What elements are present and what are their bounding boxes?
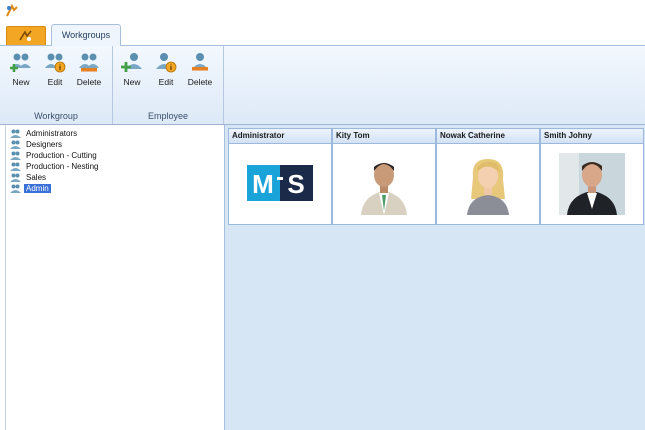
employee-edit-label: Edit [158, 77, 174, 87]
tab-workgroups[interactable]: Workgroups [51, 24, 121, 47]
workgroup-delete-button[interactable]: Delete [75, 50, 103, 87]
employee-name: Nowak Catherine [437, 129, 539, 144]
tree-item-production-cutting[interactable]: Production - Cutting [10, 150, 99, 161]
tree-item-label: Designers [26, 140, 63, 149]
workgroup-icon [10, 140, 21, 149]
tree-item-designers[interactable]: Designers [10, 139, 64, 150]
application-menu-button[interactable] [6, 26, 46, 45]
employee-group: New i Edit Delete Employee [113, 46, 224, 124]
workgroup-icon [10, 173, 21, 182]
employee-name: Smith Johny [541, 129, 643, 144]
workgroup-icon [10, 162, 21, 171]
workgroup-edit-button[interactable]: i Edit [41, 50, 69, 87]
workgroup-group: New i Edit Delete Workgroup [0, 46, 113, 124]
workgroup-group-label: Workgroup [34, 111, 78, 121]
tree-item-label: Admin [24, 184, 51, 193]
group-add-icon [10, 53, 31, 72]
employee-name: Administrator [229, 129, 331, 144]
employee-delete-label: Delete [187, 77, 213, 87]
employee-card-administrator[interactable]: Administrator M S [228, 128, 332, 225]
tree-item-admin[interactable]: Admin [10, 183, 51, 194]
svg-text:i: i [59, 65, 61, 72]
tree-item-label: Sales [26, 173, 47, 182]
group-edit-icon: i [45, 53, 66, 73]
employee-new-label: New [123, 77, 141, 87]
employee-card-smith-johny[interactable]: Smith Johny [540, 128, 644, 225]
employee-edit-button[interactable]: i Edit [152, 50, 180, 87]
workgroup-icon [10, 129, 21, 138]
tree-item-sales[interactable]: Sales [10, 172, 48, 183]
workgroup-edit-label: Edit [47, 77, 63, 87]
workgroup-icon [10, 184, 21, 193]
tree-item-label: Production - Nesting [26, 162, 99, 171]
workgroup-new-label: New [12, 77, 30, 87]
employee-group-label: Employee [147, 111, 189, 121]
ribbon: New i Edit Delete Workgroup New i Edit D… [0, 46, 645, 125]
workgroup-new-button[interactable]: New [7, 50, 35, 87]
employee-delete-button[interactable]: Delete [186, 50, 214, 87]
tree-item-label: Administrators [26, 129, 78, 138]
app-icon[interactable] [5, 4, 19, 18]
app-menu-icon [19, 30, 32, 41]
ms-logo: M S [247, 165, 313, 201]
user-delete-icon [192, 53, 208, 71]
title-bar [0, 0, 645, 22]
employee-card-nowak-catherine[interactable]: Nowak Catherine [436, 128, 540, 225]
tree-item-production-nesting[interactable]: Production - Nesting [10, 161, 100, 172]
user-edit-icon: i [156, 53, 177, 73]
svg-text:i: i [170, 65, 172, 72]
logo-letter-s: S [287, 169, 304, 199]
ribbon-tab-row: Workgroups [0, 22, 645, 47]
tree-item-administrators[interactable]: Administrators [10, 128, 79, 139]
user-add-icon [121, 53, 142, 72]
employee-card-panel: Administrator M S Kity Tom Nowak Catheri… [225, 125, 645, 430]
group-delete-icon [79, 53, 99, 72]
employee-photo [351, 153, 417, 215]
workgroup-delete-label: Delete [76, 77, 102, 87]
employee-photo [455, 153, 521, 215]
logo-letter-m: M [252, 169, 274, 199]
employee-card-kity-tom[interactable]: Kity Tom [332, 128, 436, 225]
workgroup-icon [10, 151, 21, 160]
employee-name: Kity Tom [333, 129, 435, 144]
workgroup-tree[interactable]: Administrators Designers Production - Cu… [5, 125, 225, 430]
employee-new-button[interactable]: New [118, 50, 146, 87]
employee-photo [559, 153, 625, 215]
tree-item-label: Production - Cutting [26, 151, 97, 160]
